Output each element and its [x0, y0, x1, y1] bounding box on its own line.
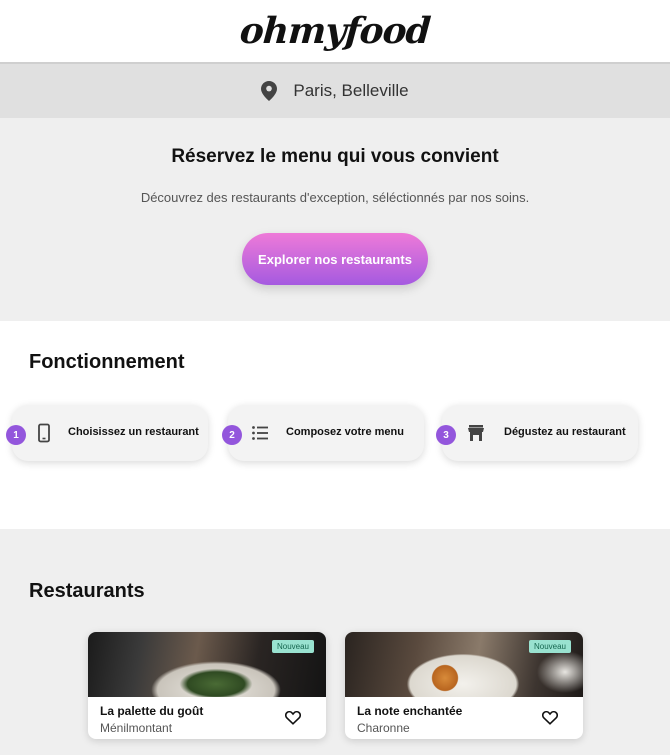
new-badge: Nouveau — [271, 640, 314, 653]
list-icon — [252, 426, 268, 440]
how-it-works-title: Fonctionnement — [29, 351, 185, 373]
step-number: 1 — [6, 425, 26, 445]
site-header: ohmyfood — [0, 0, 670, 62]
restaurant-image: Nouveau — [88, 632, 326, 697]
restaurant-card-1[interactable]: Nouveau La palette du goût Ménilmontant — [88, 632, 326, 739]
hero-title: Réservez le menu qui vous convient — [171, 146, 499, 167]
step-card-1[interactable]: 1 Choisissez un restaurant — [6, 405, 208, 461]
site-logo[interactable]: ohmyfood — [239, 10, 432, 52]
restaurant-name: La palette du goût — [100, 704, 204, 718]
new-badge: Nouveau — [528, 640, 571, 653]
smartphone-icon — [38, 423, 50, 443]
step-label: Choisissez un restaurant — [68, 426, 199, 438]
store-icon — [468, 425, 484, 441]
hero-section: Réservez le menu qui vous convient Décou… — [0, 118, 670, 321]
step-label: Composez votre menu — [286, 426, 404, 438]
how-it-works-section: Fonctionnement 1 Choisissez un restauran… — [0, 321, 670, 529]
restaurant-area: Charonne — [357, 721, 410, 735]
heart-icon[interactable] — [285, 710, 301, 725]
explore-restaurants-button[interactable]: Explorer nos restaurants — [242, 233, 428, 285]
restaurant-card-2[interactable]: Nouveau La note enchantée Charonne — [345, 632, 583, 739]
restaurants-section: Restaurants Nouveau La palette du goût M… — [0, 529, 670, 755]
step-card-2[interactable]: 2 Composez votre menu — [222, 405, 424, 461]
location-text[interactable]: Paris, Belleville — [293, 81, 408, 101]
restaurant-image: Nouveau — [345, 632, 583, 697]
step-number: 2 — [222, 425, 242, 445]
step-card-3[interactable]: 3 Dégustez au restaurant — [436, 405, 638, 461]
heart-icon[interactable] — [542, 710, 558, 725]
location-bar: Paris, Belleville — [0, 62, 670, 118]
step-label: Dégustez au restaurant — [504, 426, 626, 438]
hero-subtitle: Découvrez des restaurants d'exception, s… — [140, 190, 530, 205]
map-pin-icon — [261, 81, 278, 101]
restaurants-title: Restaurants — [29, 580, 145, 602]
step-number: 3 — [436, 425, 456, 445]
restaurant-area: Ménilmontant — [100, 721, 173, 735]
restaurant-name: La note enchantée — [357, 704, 463, 718]
